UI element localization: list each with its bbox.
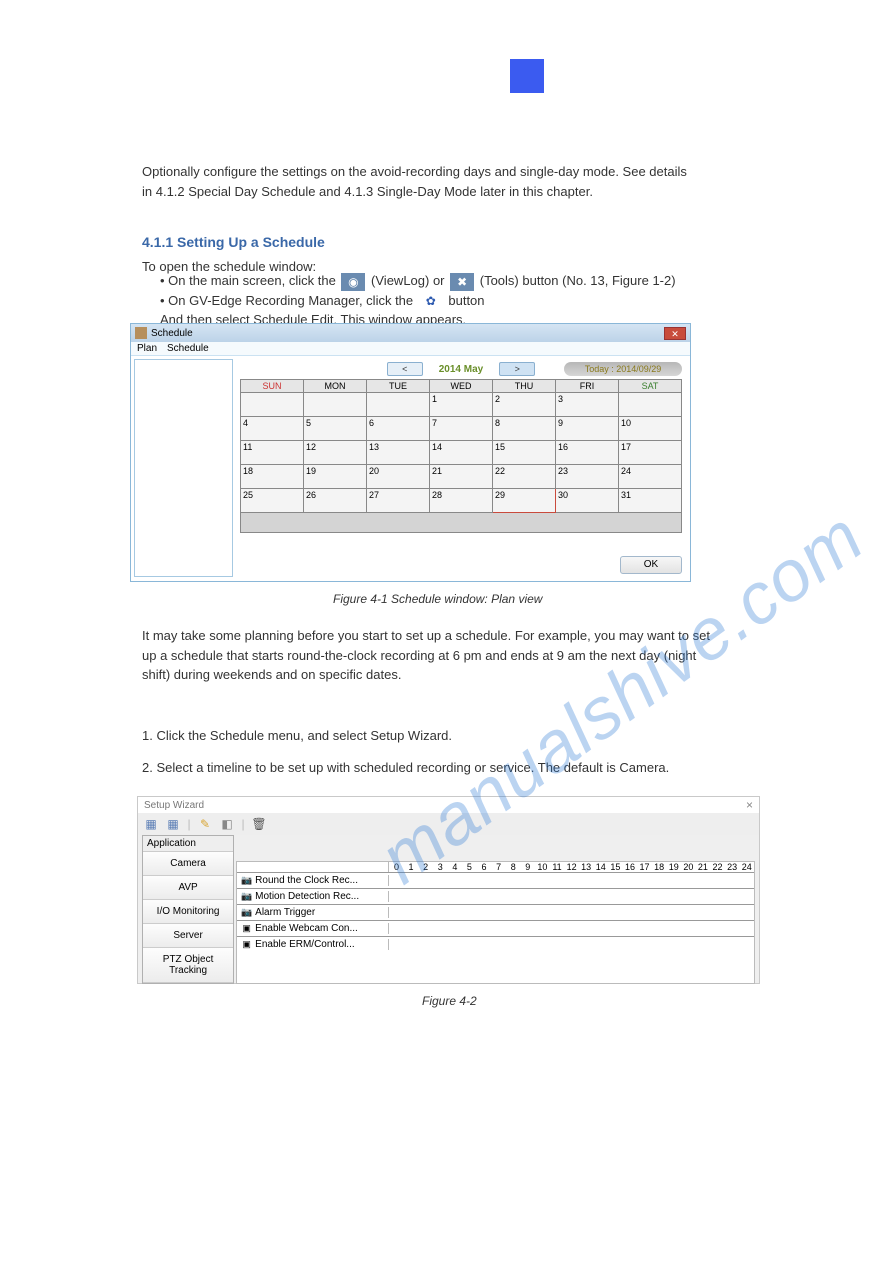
cal-header-sat: SAT [619,380,682,393]
section-heading: 4.1.1 Setting Up a Schedule [142,232,325,253]
camera-icon: 📷 [241,875,252,886]
schedule-title: Schedule [151,328,193,339]
table-row[interactable]: ▣Enable ERM/Control... [237,936,754,952]
tab-ptz-tracking[interactable]: PTZ Object Tracking [143,948,233,983]
schedule-titlebar: Schedule ✕ [131,324,690,342]
next-month-button[interactable]: > [499,362,535,376]
timeline-hours: 0123456789101112131415161718192021222324 [389,862,754,872]
close-button[interactable]: ✕ [664,327,686,340]
toolbar-calendar-icon[interactable]: ▦ [142,815,160,833]
toolbar-calendar2-icon[interactable]: ▦ [164,815,182,833]
figure-2-caption: Figure 4-2 [422,992,477,1010]
tab-camera[interactable]: Camera [143,852,233,876]
calendar-footer [241,513,682,533]
wizard-title: Setup Wizard [144,800,204,811]
intro-text: Optionally configure the settings on the… [142,162,762,201]
cal-header-sun: SUN [241,380,304,393]
page-number-box [510,59,544,93]
calendar-month: 2014 May [439,364,483,375]
application-panel: Application Camera AVP I/O Monitoring Se… [142,835,234,984]
step-2: 2. Select a timeline to be set up with s… [142,758,762,778]
schedule-main: < 2014 May > Today : 2014/09/29 SUN MON … [236,356,690,580]
cal-header-fri: FRI [556,380,619,393]
menu-plan[interactable]: Plan [137,343,157,354]
schedule-window: Schedule ✕ Plan Schedule < 2014 May > To… [130,323,691,582]
instruction-list: • On the main screen, click the ◉ (ViewL… [160,271,770,330]
setup-wizard-window: Setup Wizard × ▦ ▦ | ✎ ◧ | 🗑 Application… [137,796,760,984]
body-text: It may take some planning before you sta… [142,626,762,685]
toolbar-pencil-icon[interactable]: ✎ [196,815,214,833]
camera-icon: 📷 [241,907,252,918]
timeline-label-spacer [237,862,389,872]
toolbar-trash-icon[interactable]: 🗑 [250,815,268,833]
cal-header-thu: THU [493,380,556,393]
menu-schedule[interactable]: Schedule [167,343,209,354]
checkbox-icon: ▣ [241,939,252,950]
today-label[interactable]: Today : 2014/09/29 [564,362,682,376]
cal-header-wed: WED [430,380,493,393]
figure-1-caption: Figure 4-1 Schedule window: Plan view [333,590,542,608]
table-row[interactable]: 📷Motion Detection Rec... [237,888,754,904]
tab-io-monitoring[interactable]: I/O Monitoring [143,900,233,924]
camera-icon: 📷 [241,891,252,902]
table-row[interactable]: 📷Round the Clock Rec... [237,872,754,888]
toolbar-divider: | [240,815,246,833]
schedule-timeline: 0123456789101112131415161718192021222324… [236,861,755,984]
wizard-toolbar: ▦ ▦ | ✎ ◧ | 🗑 [138,813,759,835]
prev-month-button[interactable]: < [387,362,423,376]
table-row[interactable]: ▣Enable Webcam Con... [237,920,754,936]
table-row[interactable]: 📷Alarm Trigger [237,904,754,920]
toolbar-eraser-icon[interactable]: ◧ [218,815,236,833]
toolbar-divider: | [186,815,192,833]
tools-icon: ✖ [450,273,474,291]
application-header: Application [143,836,233,852]
app-icon [135,327,147,339]
gear-icon: ✿ [419,292,443,310]
wizard-close-button[interactable]: × [746,798,753,812]
tab-avp[interactable]: AVP [143,876,233,900]
schedule-sidebar [134,359,233,577]
step-1: 1. Click the Schedule menu, and select S… [142,726,762,746]
ok-button[interactable]: OK [620,556,682,574]
schedule-menu: Plan Schedule [131,342,690,356]
calendar-grid: SUN MON TUE WED THU FRI SAT 123 45678910… [240,379,682,533]
tab-server[interactable]: Server [143,924,233,948]
cal-header-mon: MON [304,380,367,393]
cal-header-tue: TUE [367,380,430,393]
wizard-titlebar: Setup Wizard × [138,797,759,813]
eye-icon: ◉ [341,273,365,291]
checkbox-icon: ▣ [241,923,252,934]
